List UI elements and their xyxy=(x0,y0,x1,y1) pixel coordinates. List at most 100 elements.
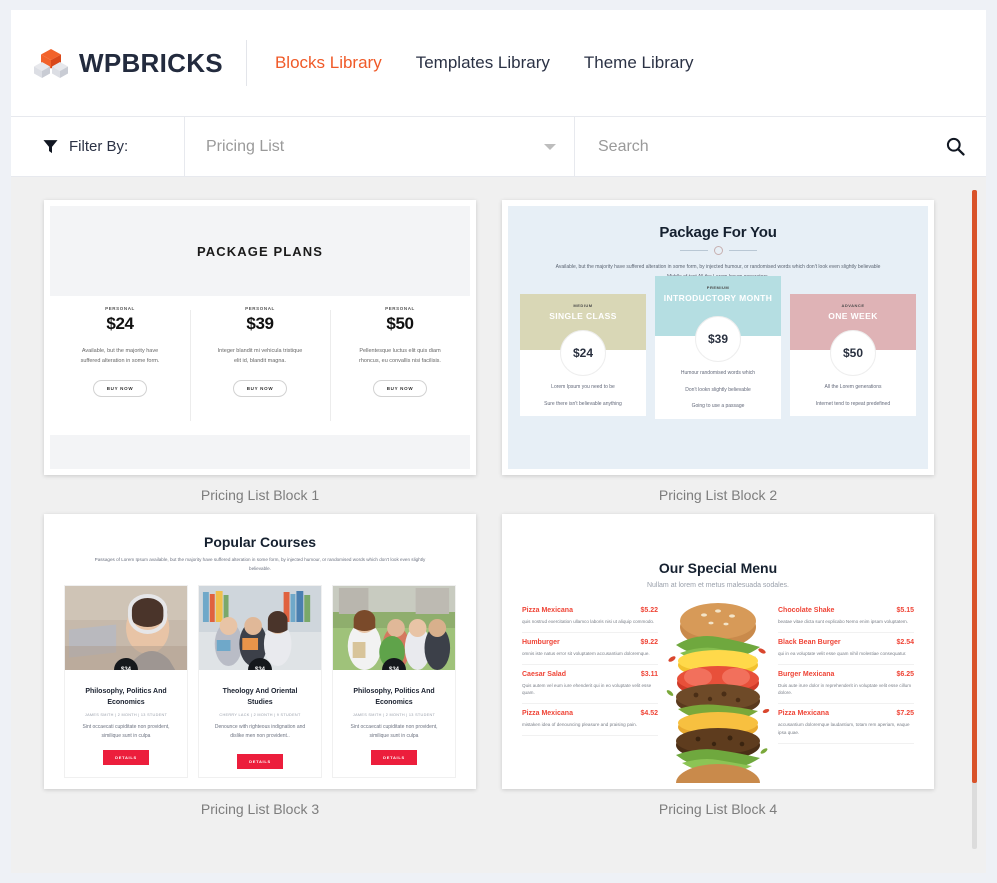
menu-item: Pizza Mexicana $5.22 quis nostrud exerci… xyxy=(522,601,658,633)
menu-item: Burger Mexicana $6.25 Duis aute irure do… xyxy=(778,665,914,705)
plan-name: INTRODUCTORY MONTH xyxy=(663,293,773,303)
course-meta: CHERRY LACK | 2 MONTH | 9 STUDENT xyxy=(219,713,301,718)
menu-item-desc: qui in ea voluptate velit esse quam nihi… xyxy=(778,650,907,656)
preview-subtitle: Passages of Lorem Ipsum available, but t… xyxy=(94,557,426,571)
nav-item-theme-library[interactable]: Theme Library xyxy=(582,49,696,77)
menu-item-name: Chocolate Shake xyxy=(778,607,835,614)
category-select[interactable]: Pricing List xyxy=(185,117,575,176)
block-card[interactable]: PACKAGE PLANS PERSONAL $24 Available, bu… xyxy=(44,200,476,503)
block-caption: Pricing List Block 1 xyxy=(200,487,320,503)
course-details-button: DETAILS xyxy=(103,750,149,766)
scrollbar-thumb[interactable] xyxy=(972,190,977,783)
plan-tier: PREMIUM xyxy=(706,285,730,290)
plan-feature: Humour randomised words which xyxy=(680,370,756,376)
plan-price: $24 xyxy=(560,330,606,376)
blocks-content-area: PACKAGE PLANS PERSONAL $24 Available, bu… xyxy=(11,177,986,873)
preview-footer xyxy=(50,435,470,469)
block-thumbnail-frame[interactable]: Package For You Available, but the major… xyxy=(502,200,934,475)
block-thumbnail-frame[interactable]: PACKAGE PLANS PERSONAL $24 Available, bu… xyxy=(44,200,476,475)
course-name: Theology And Oriental Studies xyxy=(222,688,298,706)
menu-item-price: $5.15 xyxy=(896,607,914,614)
nav-item-templates-library[interactable]: Templates Library xyxy=(414,49,552,77)
menu-item-price: $2.54 xyxy=(896,638,914,646)
course-column: $34 Philosophy, Politics And Economics J… xyxy=(332,585,456,779)
block-preview-pricing-1: PACKAGE PLANS PERSONAL $24 Available, bu… xyxy=(50,206,470,469)
course-column: $34 Theology And Oriental Studies CHERRY… xyxy=(198,585,322,779)
course-name: Philosophy, Politics And Economics xyxy=(85,688,167,706)
plan-desc: Available, but the majority have suffere… xyxy=(80,348,160,365)
plan-feature: Sure there isn't believable anything xyxy=(544,400,622,407)
block-card[interactable]: Popular Courses Passages of Lorem Ipsum … xyxy=(44,514,476,817)
brand-name: WPBRICKS xyxy=(79,47,223,78)
scrollbar-track[interactable] xyxy=(972,190,977,849)
chevron-down-icon xyxy=(544,143,556,150)
nav-item-blocks-library[interactable]: Blocks Library xyxy=(273,49,384,77)
block-caption: Pricing List Block 3 xyxy=(200,801,320,817)
menu-item-name: Black Bean Burger xyxy=(778,638,841,646)
menu-item: Pizza Mexicana $7.25 accusantium dolorem… xyxy=(778,704,914,744)
plan-tier: PERSONAL xyxy=(385,306,415,311)
ornament-line xyxy=(728,250,757,251)
search-icon[interactable] xyxy=(946,137,965,156)
menu-item: Chocolate Shake $5.15 beatae vitae dicta… xyxy=(778,601,914,633)
plan-features: Humour randomised words which Don't look… xyxy=(655,370,781,411)
menu-item-desc: Quis autem vel eum iure ehenderit qui in… xyxy=(522,682,652,696)
plan-desc: Integer blandit mi vehicula tristique el… xyxy=(217,348,303,365)
menu-item-desc: beatae vitae dicta sunt explicabo Nemo e… xyxy=(778,619,908,624)
app-window: WPBRICKS Blocks Library Templates Librar… xyxy=(11,10,986,873)
plan-buy-button: BUY NOW xyxy=(232,380,288,398)
block-thumbnail-frame[interactable]: Our Special Menu Nullam at lorem et metu… xyxy=(502,514,934,789)
plan-price: $39 xyxy=(695,316,741,362)
course-photo: $34 xyxy=(65,586,187,671)
plan-price: $24 xyxy=(106,314,134,333)
plan-column: PERSONAL $24 Available, but the majority… xyxy=(50,306,190,435)
block-preview-pricing-3: Popular Courses Passages of Lorem Ipsum … xyxy=(50,520,470,783)
plan-desc: Pellentesque luctus elit quis diam rhonc… xyxy=(359,348,441,365)
menu-item-price: $9.22 xyxy=(640,638,658,646)
block-card[interactable]: Our Special Menu Nullam at lorem et metu… xyxy=(502,514,934,817)
title-ornament xyxy=(679,246,757,255)
plan-tier: MEDIUM xyxy=(573,303,593,308)
menu-item: Black Bean Burger $2.54 qui in ea volupt… xyxy=(778,633,914,665)
course-photo: $34 xyxy=(333,586,455,671)
preview-title: Popular Courses xyxy=(203,534,317,550)
menu-item-desc: accusantium doloremque laudantium, totam… xyxy=(778,722,910,735)
header-divider xyxy=(245,40,247,86)
plan-price: $50 xyxy=(386,314,414,333)
menu-item-price: $5.22 xyxy=(640,607,658,614)
plan-feature: All the Lorem generations xyxy=(824,384,882,390)
isometric-blocks-icon xyxy=(34,48,68,79)
block-caption: Pricing List Block 2 xyxy=(658,487,778,503)
menu-item-desc: quis nostrud exercitation ullamco labori… xyxy=(522,619,655,624)
menu-item-name: Humburger xyxy=(522,638,560,646)
menu-item-name: Caesar Salad xyxy=(522,670,566,678)
blocks-grid: PACKAGE PLANS PERSONAL $24 Available, bu… xyxy=(44,200,953,817)
plan-column: PREMIUM INTRODUCTORY MONTH $39 Humour ra… xyxy=(655,276,781,419)
block-preview-pricing-2: Package For You Available, but the major… xyxy=(508,206,928,469)
main-nav: Blocks Library Templates Library Theme L… xyxy=(273,49,696,77)
burger-image xyxy=(658,601,778,783)
plan-features: All the Lorem generations Internet tend … xyxy=(790,384,916,408)
plan-column: MEDIUM SINGLE CLASS $24 Lorem Ipsum you … xyxy=(520,294,646,416)
course-desc: Sint occaecati cupiditate non provident,… xyxy=(350,724,438,739)
course-meta: JAMES SMITH | 2 MONTH | 13 STUDENT xyxy=(352,713,436,718)
menu-item: Caesar Salad $3.11 Quis autem vel eum iu… xyxy=(522,665,658,705)
plan-buy-button: BUY NOW xyxy=(92,380,148,398)
preview-plans: MEDIUM SINGLE CLASS $24 Lorem Ipsum you … xyxy=(518,276,918,419)
block-caption: Pricing List Block 4 xyxy=(658,801,778,817)
preview-title: Our Special Menu xyxy=(658,560,778,576)
filter-by-label: Filter By: xyxy=(69,138,129,155)
block-thumbnail-frame[interactable]: Popular Courses Passages of Lorem Ipsum … xyxy=(44,514,476,789)
course-column: $34 Philosophy, Politics And Economics J… xyxy=(64,585,188,779)
plan-features: Lorem Ipsum you need to be Sure there is… xyxy=(520,384,646,408)
course-details-button: DETAILS xyxy=(237,754,283,770)
block-card[interactable]: Package For You Available, but the major… xyxy=(502,200,934,503)
plan-feature: Going to use a passage xyxy=(691,403,745,409)
menu-item-desc: mistaken idea of denouncing pleasure and… xyxy=(522,722,637,728)
brand-logo[interactable]: WPBRICKS xyxy=(34,48,223,79)
search-input[interactable] xyxy=(596,136,946,157)
plan-feature: Internet tend to repeat predefined xyxy=(815,400,891,407)
menu-item-name: Pizza Mexicana xyxy=(522,607,573,614)
plan-name: ONE WEEK xyxy=(828,311,878,321)
plan-column: ADVANCE ONE WEEK $50 All the Lorem gener… xyxy=(790,294,916,416)
